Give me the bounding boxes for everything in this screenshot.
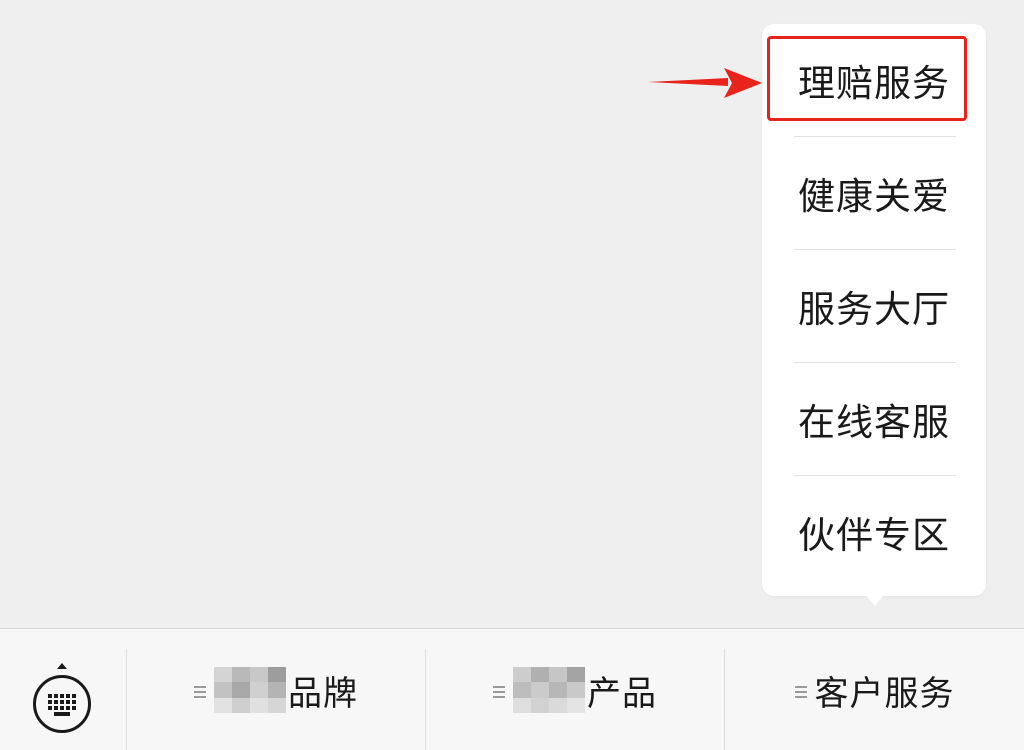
keyboard-icon — [33, 675, 91, 733]
bottom-menu-bar: 品牌 产品 客户服务 — [0, 628, 1024, 750]
menu-item-label: 健康关爱 — [798, 175, 950, 218]
keyboard-toggle-button[interactable] — [0, 629, 126, 750]
menu-item-service-hall[interactable]: 服务大厅 — [762, 250, 986, 362]
menu-item-online-support[interactable]: 在线客服 — [762, 363, 986, 475]
popup-pointer — [864, 593, 886, 606]
menu-lines-icon — [794, 683, 807, 701]
menu-lines-icon — [194, 683, 206, 701]
tab-label: 品牌 — [288, 673, 358, 714]
menu-item-partner-zone[interactable]: 伙伴专区 — [762, 476, 986, 588]
menu-item-label: 伙伴专区 — [798, 514, 950, 557]
menu-lines-icon — [493, 683, 505, 701]
menu-item-label: 在线客服 — [798, 401, 950, 444]
menu-item-label: 服务大厅 — [798, 288, 950, 331]
annotation-highlight-box — [767, 36, 967, 121]
redacted-text — [513, 667, 585, 713]
tab-label: 客户服务 — [814, 673, 955, 714]
menu-item-health-care[interactable]: 健康关爱 — [762, 137, 986, 249]
chat-screen: 理赔服务 健康关爱 服务大厅 在线客服 伙伴专区 品牌 产品 客户服务 — [0, 0, 1024, 750]
annotation-arrow-icon — [648, 68, 762, 98]
chevron-up-icon — [57, 663, 67, 669]
tab-products[interactable]: 产品 — [426, 629, 724, 750]
tab-customer-service[interactable]: 客户服务 — [725, 629, 1024, 750]
tab-label: 产品 — [587, 673, 657, 714]
redacted-text — [214, 667, 286, 713]
tab-brand[interactable]: 品牌 — [127, 629, 425, 750]
